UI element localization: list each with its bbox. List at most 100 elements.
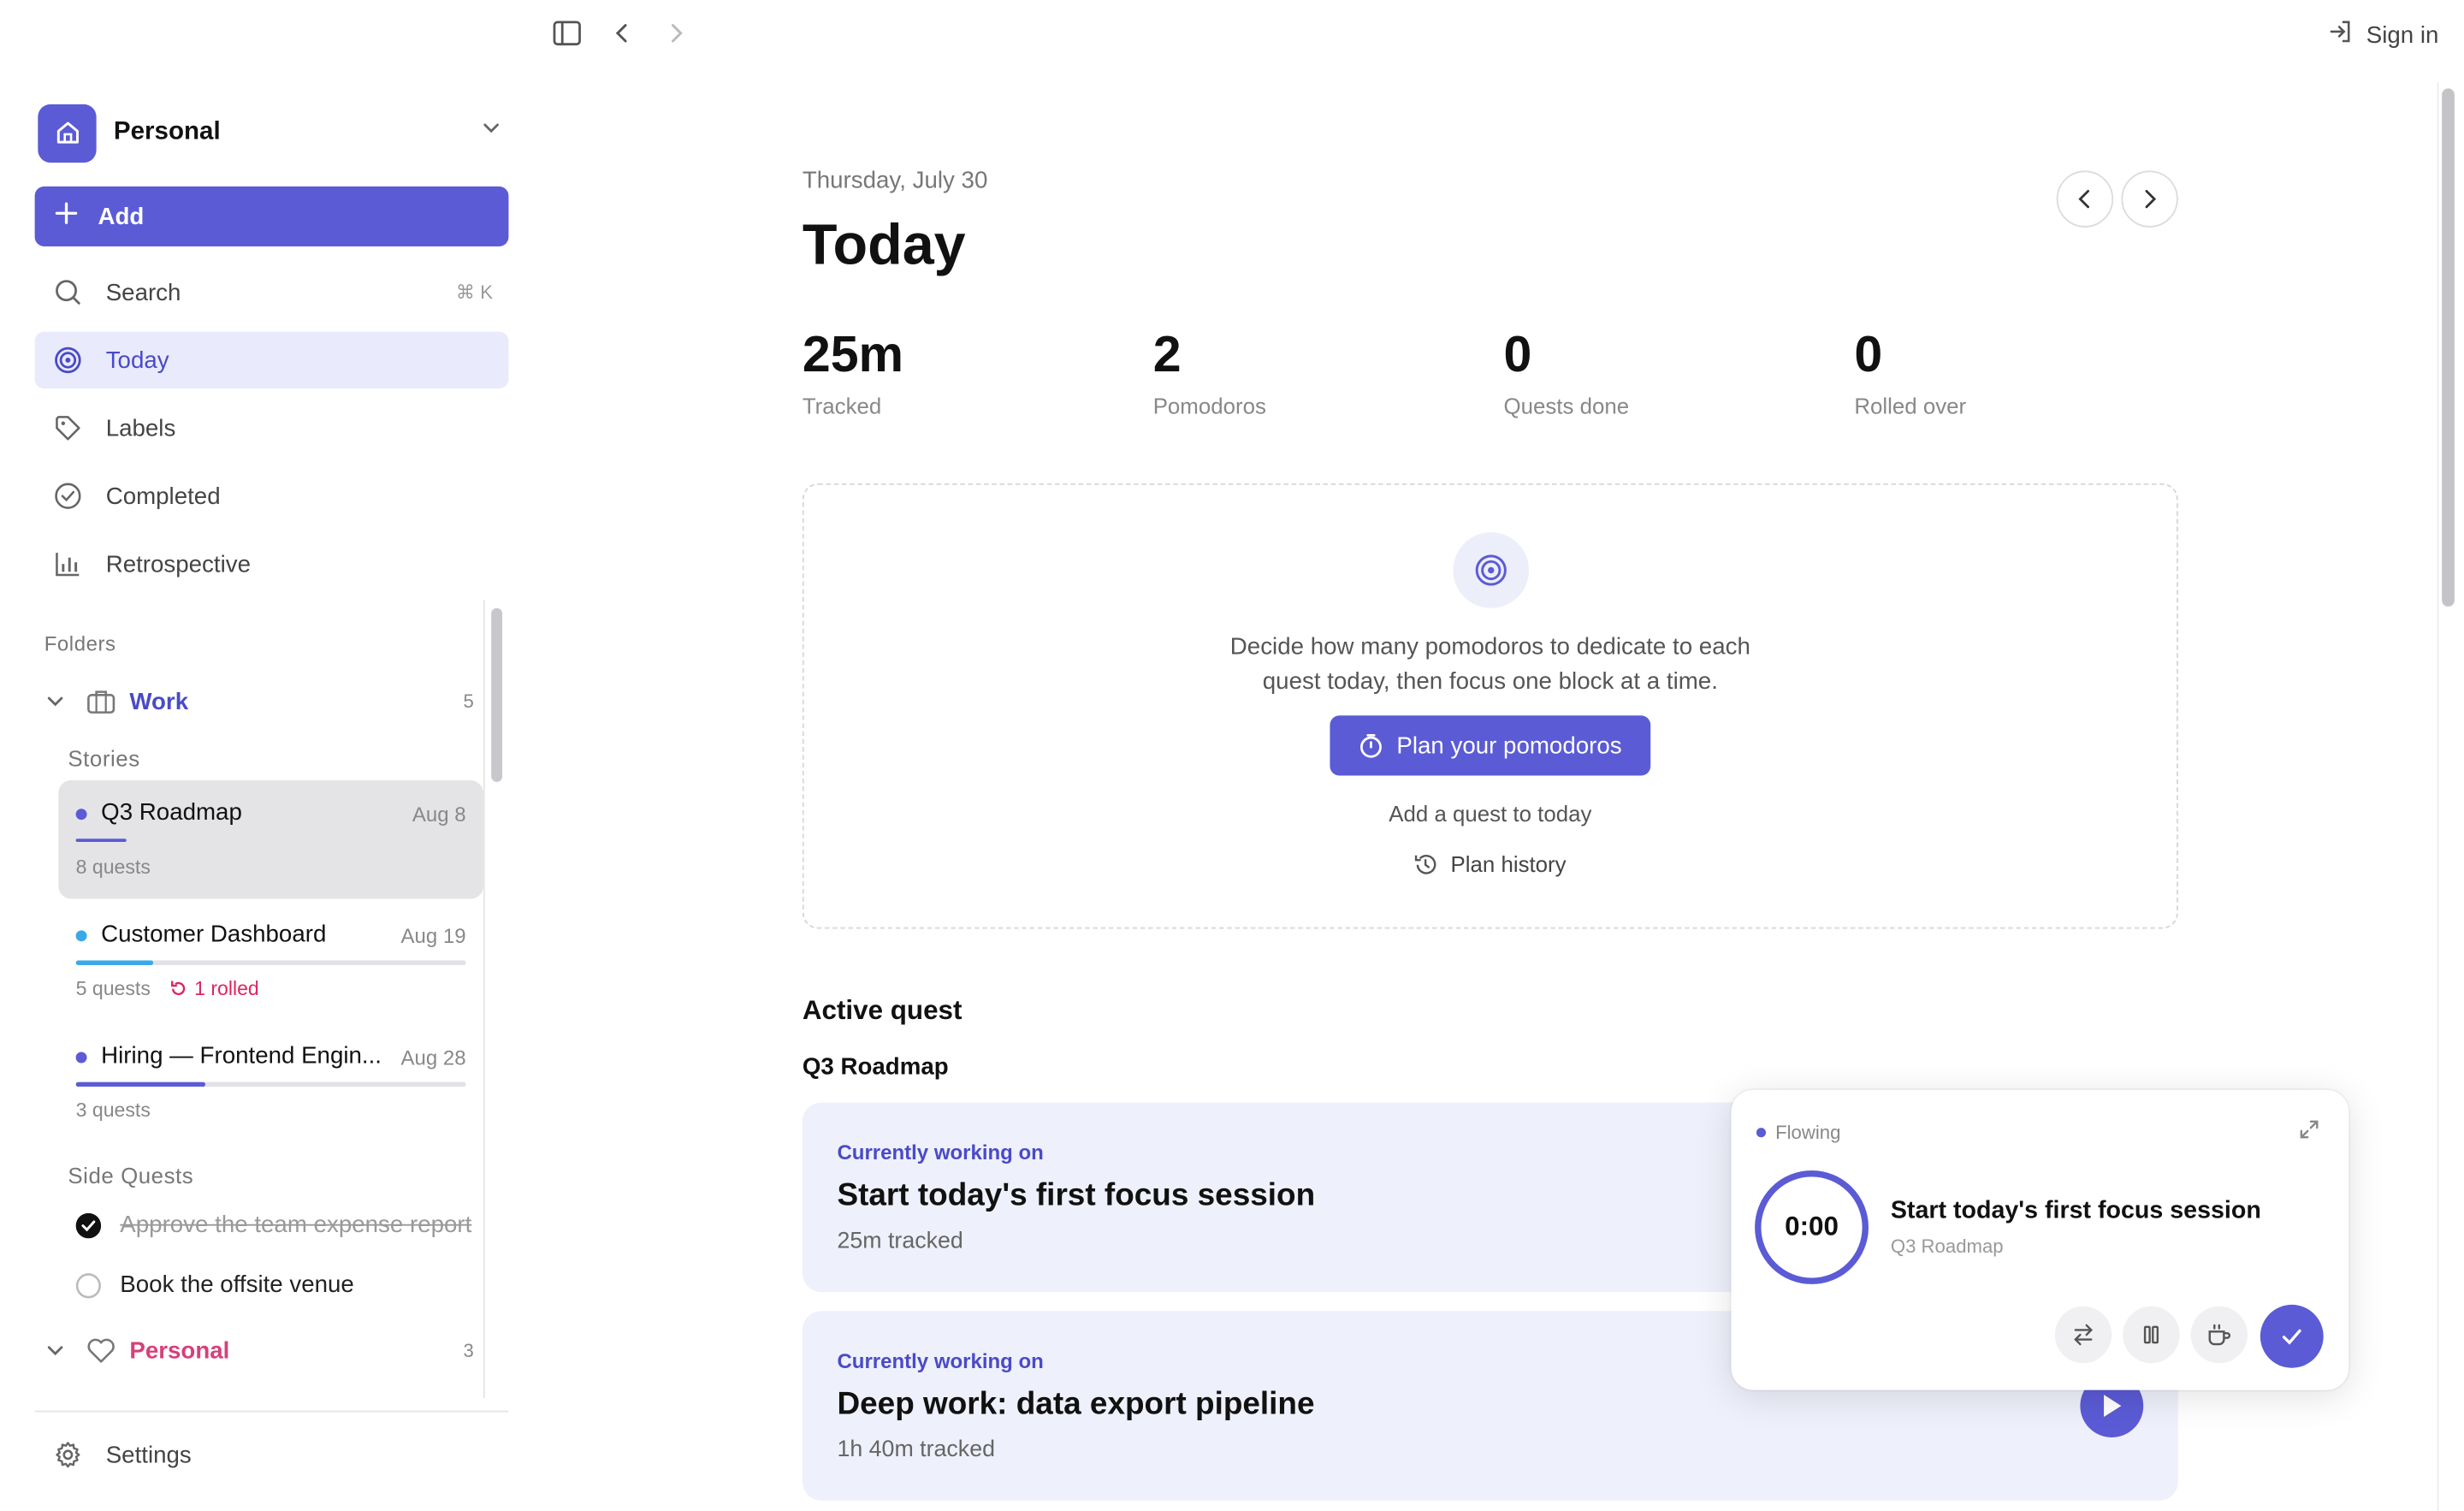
search-icon [52,276,84,308]
rollover-icon [171,981,186,996]
story-color-dot [75,1052,87,1064]
folder-work-count: 5 [463,690,474,713]
workspace-name: Personal [113,118,221,145]
plan-history-link[interactable]: Plan history [804,851,2177,877]
stat-value: 0 [1503,325,1532,382]
story-item[interactable]: Hiring — Frontend Engin... Aug 28 3 ques… [58,1023,483,1137]
nav-search-label: Search [105,278,181,306]
nav-search[interactable]: Search ⌘ K [35,264,509,320]
stat-value: 2 [1152,325,1182,382]
add-quest-link[interactable]: Add a quest to today [804,801,2177,827]
stat-pomodoros: 2 Pomodoros [1153,325,1266,418]
stat-quests-done: 0 Quests done [1504,325,1630,418]
plan-pomodoros-button[interactable]: Plan your pomodoros [1330,715,1651,776]
home-icon [38,103,97,163]
side-quest-item[interactable]: Book the offsite venue [75,1271,354,1299]
nav-settings-label: Settings [105,1441,192,1468]
rolled-badge: 1 rolled [169,978,259,1000]
add-button[interactable]: Add [34,186,509,246]
pause-button[interactable] [2123,1306,2180,1364]
plan-panel: Decide how many pomodoros to dedicate to… [802,483,2178,929]
sidebar-divider [34,1410,509,1413]
nav-labels[interactable]: Labels [35,400,509,456]
story-meta: 8 quests [75,856,151,879]
side-quest-item[interactable]: Approve the team expense report [75,1211,472,1239]
nav-completed[interactable]: Completed [35,467,509,524]
briefcase-icon [86,687,117,715]
main-scrollbar[interactable] [2442,88,2455,607]
nav-retrospective[interactable]: Retrospective [35,536,509,592]
quest-kicker: Currently working on [837,1140,1044,1164]
workspace-switcher[interactable]: Personal [38,103,508,163]
chevron-down-icon[interactable] [44,690,73,713]
status-dot [1756,1128,1766,1138]
swap-icon [2070,1322,2096,1348]
unchecked-checkbox-icon[interactable] [75,1272,102,1298]
break-button[interactable] [2190,1306,2248,1364]
story-date: Aug 28 [400,1046,466,1070]
back-icon[interactable] [607,17,638,49]
chevron-down-icon [480,117,502,147]
play-icon [2100,1393,2123,1419]
active-quest-heading: Active quest [802,995,962,1026]
app-root: Sign in Personal Add Search ⌘ K Today La… [0,0,2464,1511]
story-item[interactable]: Customer Dashboard Aug 19 5 quests 1 rol… [58,902,483,1016]
focus-timer-widget: Flowing 0:00 Start today's first focus s… [1731,1089,2349,1390]
rolled-label: 1 rolled [194,977,259,1000]
folders-heading: Folders [44,631,116,656]
stat-label: Tracked [802,393,882,419]
active-story-name: Q3 Roadmap [802,1053,949,1081]
switch-quest-button[interactable] [2054,1306,2112,1364]
page-title: Today [802,211,966,277]
side-quests-heading: Side Quests [68,1162,194,1188]
folder-personal-name: Personal [129,1336,230,1365]
complete-button[interactable] [2260,1304,2324,1368]
expand-icon[interactable] [2298,1118,2320,1148]
folder-work-name: Work [129,687,189,715]
stat-label: Rolled over [1854,393,1967,419]
nav-today[interactable]: Today [34,331,509,389]
history-icon [1414,852,1438,876]
folder-personal[interactable]: Personal 3 [44,1331,474,1369]
add-label: Add [98,203,145,230]
sidebar-toggle-icon[interactable] [551,17,583,49]
timer-status: Flowing [1756,1122,1840,1144]
tag-icon [52,412,84,444]
gear-icon [52,1439,84,1471]
side-quest-label: Approve the team expense report [120,1211,472,1239]
story-title: Q3 Roadmap [101,799,242,827]
chevron-down-icon[interactable] [44,1340,73,1362]
story-meta: 3 quests [75,1099,151,1122]
stat-label: Quests done [1503,393,1630,419]
sidebar-scroll-track [483,600,485,1398]
stat-label: Pomodoros [1152,393,1266,419]
plus-icon [54,200,80,232]
stories-heading: Stories [68,745,140,771]
story-color-dot [75,809,87,821]
story-item[interactable]: Q3 Roadmap Aug 8 8 quests [58,779,483,899]
story-title: Customer Dashboard [101,921,327,948]
check-icon [2279,1324,2305,1349]
sidebar: Personal Add Search ⌘ K Today Labels Com… [0,0,537,1511]
stat-value: 0 [1854,325,1883,382]
forward-icon[interactable] [660,17,692,49]
coffee-icon [2206,1322,2232,1348]
target-icon [52,344,84,376]
stopwatch-icon [1359,733,1384,759]
nav-settings[interactable]: Settings [35,1426,509,1483]
timer-quest-story: Q3 Roadmap [1890,1235,2004,1258]
checked-checkbox-icon[interactable] [75,1212,102,1238]
main-scroll-track [2437,81,2439,1511]
target-icon [1453,532,1530,608]
story-meta: 5 quests [75,977,151,1000]
nav-retrospective-label: Retrospective [105,550,252,578]
folder-work[interactable]: Work 5 [44,683,474,720]
heart-icon [86,1336,117,1365]
stat-tracked: 25m Tracked [803,325,903,418]
stat-rolled-over: 0 Rolled over [1854,325,1966,418]
sign-in-button[interactable]: Sign in [2328,19,2438,50]
sidebar-scrollbar[interactable] [491,607,503,782]
quest-title: Start today's first focus session [837,1178,1316,1213]
next-day-button[interactable] [2121,170,2178,228]
prev-day-button[interactable] [2056,170,2114,228]
